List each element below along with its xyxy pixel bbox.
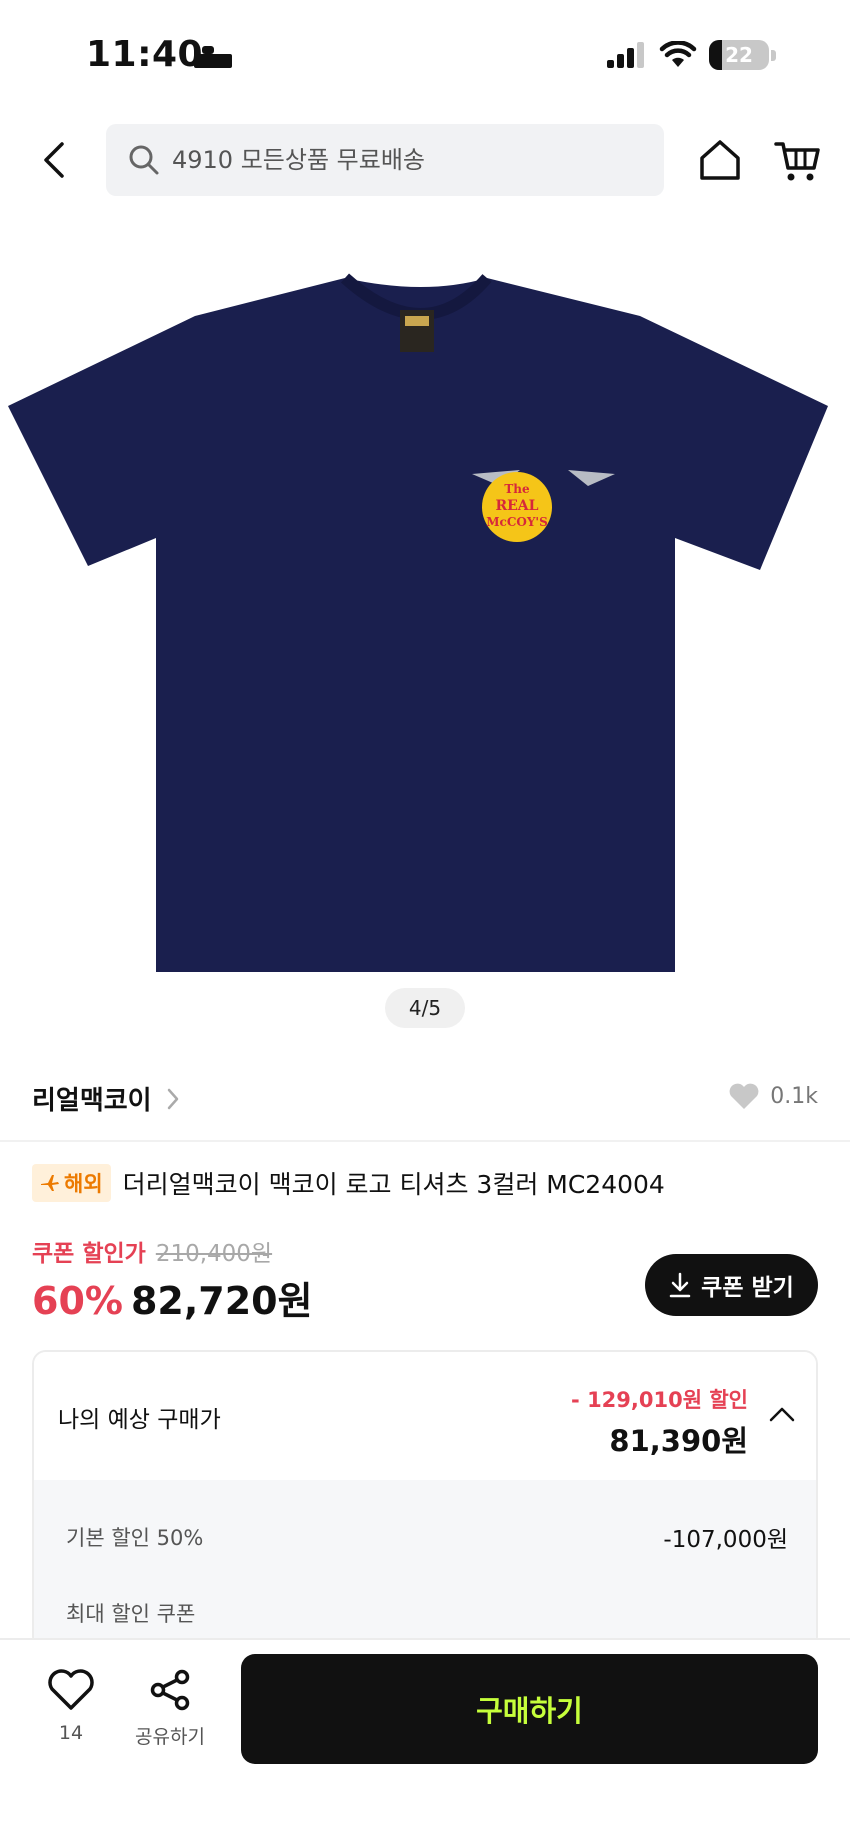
product-image-carousel[interactable]: The REAL McCOY'S xyxy=(0,230,850,1030)
chevron-up-icon xyxy=(769,1407,795,1422)
buy-button[interactable]: 구매하기 xyxy=(241,1654,818,1764)
coupon-price-row: 쿠폰 할인가 210,400원 xyxy=(32,1234,272,1268)
expected-price: 81,390원 xyxy=(609,1424,748,1458)
search-input[interactable] xyxy=(172,146,632,174)
heart-icon xyxy=(729,1083,759,1109)
sleep-mode-icon xyxy=(194,46,232,68)
image-pager: 4/5 xyxy=(385,988,465,1028)
overseas-badge: 해외 xyxy=(32,1164,111,1202)
cart-icon xyxy=(774,142,820,181)
brand-like-count: 0.1k xyxy=(770,1083,818,1109)
brand-name: 리얼맥코이 xyxy=(32,1086,152,1116)
product-title: 더리얼맥코이 맥코이 로고 티셔츠 3컬러 MC24004 xyxy=(122,1170,665,1199)
chevron-left-icon xyxy=(44,142,64,178)
sale-price: 82,720원 xyxy=(130,1279,313,1323)
expected-discount: - 129,010원 할인 xyxy=(571,1388,748,1412)
cellular-signal-icon xyxy=(607,42,644,68)
expected-price-toggle[interactable]: 나의 예상 구매가 - 129,010원 할인 81,390원 xyxy=(34,1352,816,1480)
cart-button[interactable] xyxy=(774,136,822,184)
heart-outline-icon xyxy=(48,1669,94,1710)
battery-percent: 22 xyxy=(725,43,753,67)
home-icon xyxy=(700,140,740,180)
product-title-row: 해외 더리얼맥코이 맥코이 로고 티셔츠 3컬러 MC24004 xyxy=(32,1164,665,1202)
logo-text-real: REAL xyxy=(495,498,538,514)
download-coupon-button[interactable]: 쿠폰 받기 xyxy=(645,1254,818,1316)
top-nav xyxy=(0,120,850,202)
home-button[interactable] xyxy=(696,136,744,184)
battery-tip xyxy=(771,49,776,61)
share-button[interactable]: 공유하기 xyxy=(130,1668,210,1749)
product-photo: The REAL McCOY'S xyxy=(8,273,828,972)
discount-breakdown: 기본 할인 50% -107,000원 최대 할인 쿠폰 xyxy=(34,1480,816,1648)
share-icon xyxy=(150,1669,190,1711)
sale-price-row: 60% 82,720원 xyxy=(32,1270,313,1325)
status-time: 11:40 xyxy=(86,34,204,75)
wishlist-count: 14 xyxy=(58,1722,84,1744)
expected-price-label: 나의 예상 구매가 xyxy=(58,1407,221,1433)
back-button[interactable] xyxy=(30,136,78,184)
max-coupon-label: 최대 할인 쿠폰 xyxy=(66,1602,196,1626)
section-divider xyxy=(0,1140,850,1142)
basic-discount-label: 기본 할인 50% xyxy=(66,1526,204,1550)
expected-price-panel: 나의 예상 구매가 - 129,010원 할인 81,390원 기본 할인 50… xyxy=(32,1350,818,1650)
airplane-icon xyxy=(41,1175,59,1191)
battery-icon: 22 xyxy=(709,40,769,70)
battery-level-fill xyxy=(709,40,723,70)
brand-link[interactable]: 리얼맥코이 xyxy=(32,1080,180,1117)
bottom-action-bar: 14 공유하기 구매하기 xyxy=(0,1638,850,1842)
download-icon xyxy=(669,1272,691,1298)
overseas-badge-label: 해외 xyxy=(64,1172,103,1196)
logo-text-mccoys: McCOY'S xyxy=(486,515,548,529)
brand-row: 리얼맥코이 0.1k xyxy=(0,1068,850,1130)
share-label: 공유하기 xyxy=(135,1726,205,1748)
wifi-icon xyxy=(659,41,697,67)
status-indicators: 22 xyxy=(607,40,776,70)
status-bar: 11:40 22 xyxy=(0,0,850,110)
logo-text-the: The xyxy=(504,482,530,496)
wishlist-button[interactable]: 14 xyxy=(36,1668,106,1744)
search-bar[interactable] xyxy=(106,124,664,196)
coupon-price-label: 쿠폰 할인가 xyxy=(32,1241,146,1267)
original-price: 210,400원 xyxy=(155,1241,273,1267)
basic-discount-value: -107,000원 xyxy=(663,1527,788,1553)
brand-like-button[interactable]: 0.1k xyxy=(728,1082,818,1110)
chevron-right-icon xyxy=(167,1088,178,1109)
download-coupon-label: 쿠폰 받기 xyxy=(701,1275,794,1301)
discount-rate: 60% xyxy=(32,1279,123,1323)
search-icon xyxy=(129,145,159,175)
